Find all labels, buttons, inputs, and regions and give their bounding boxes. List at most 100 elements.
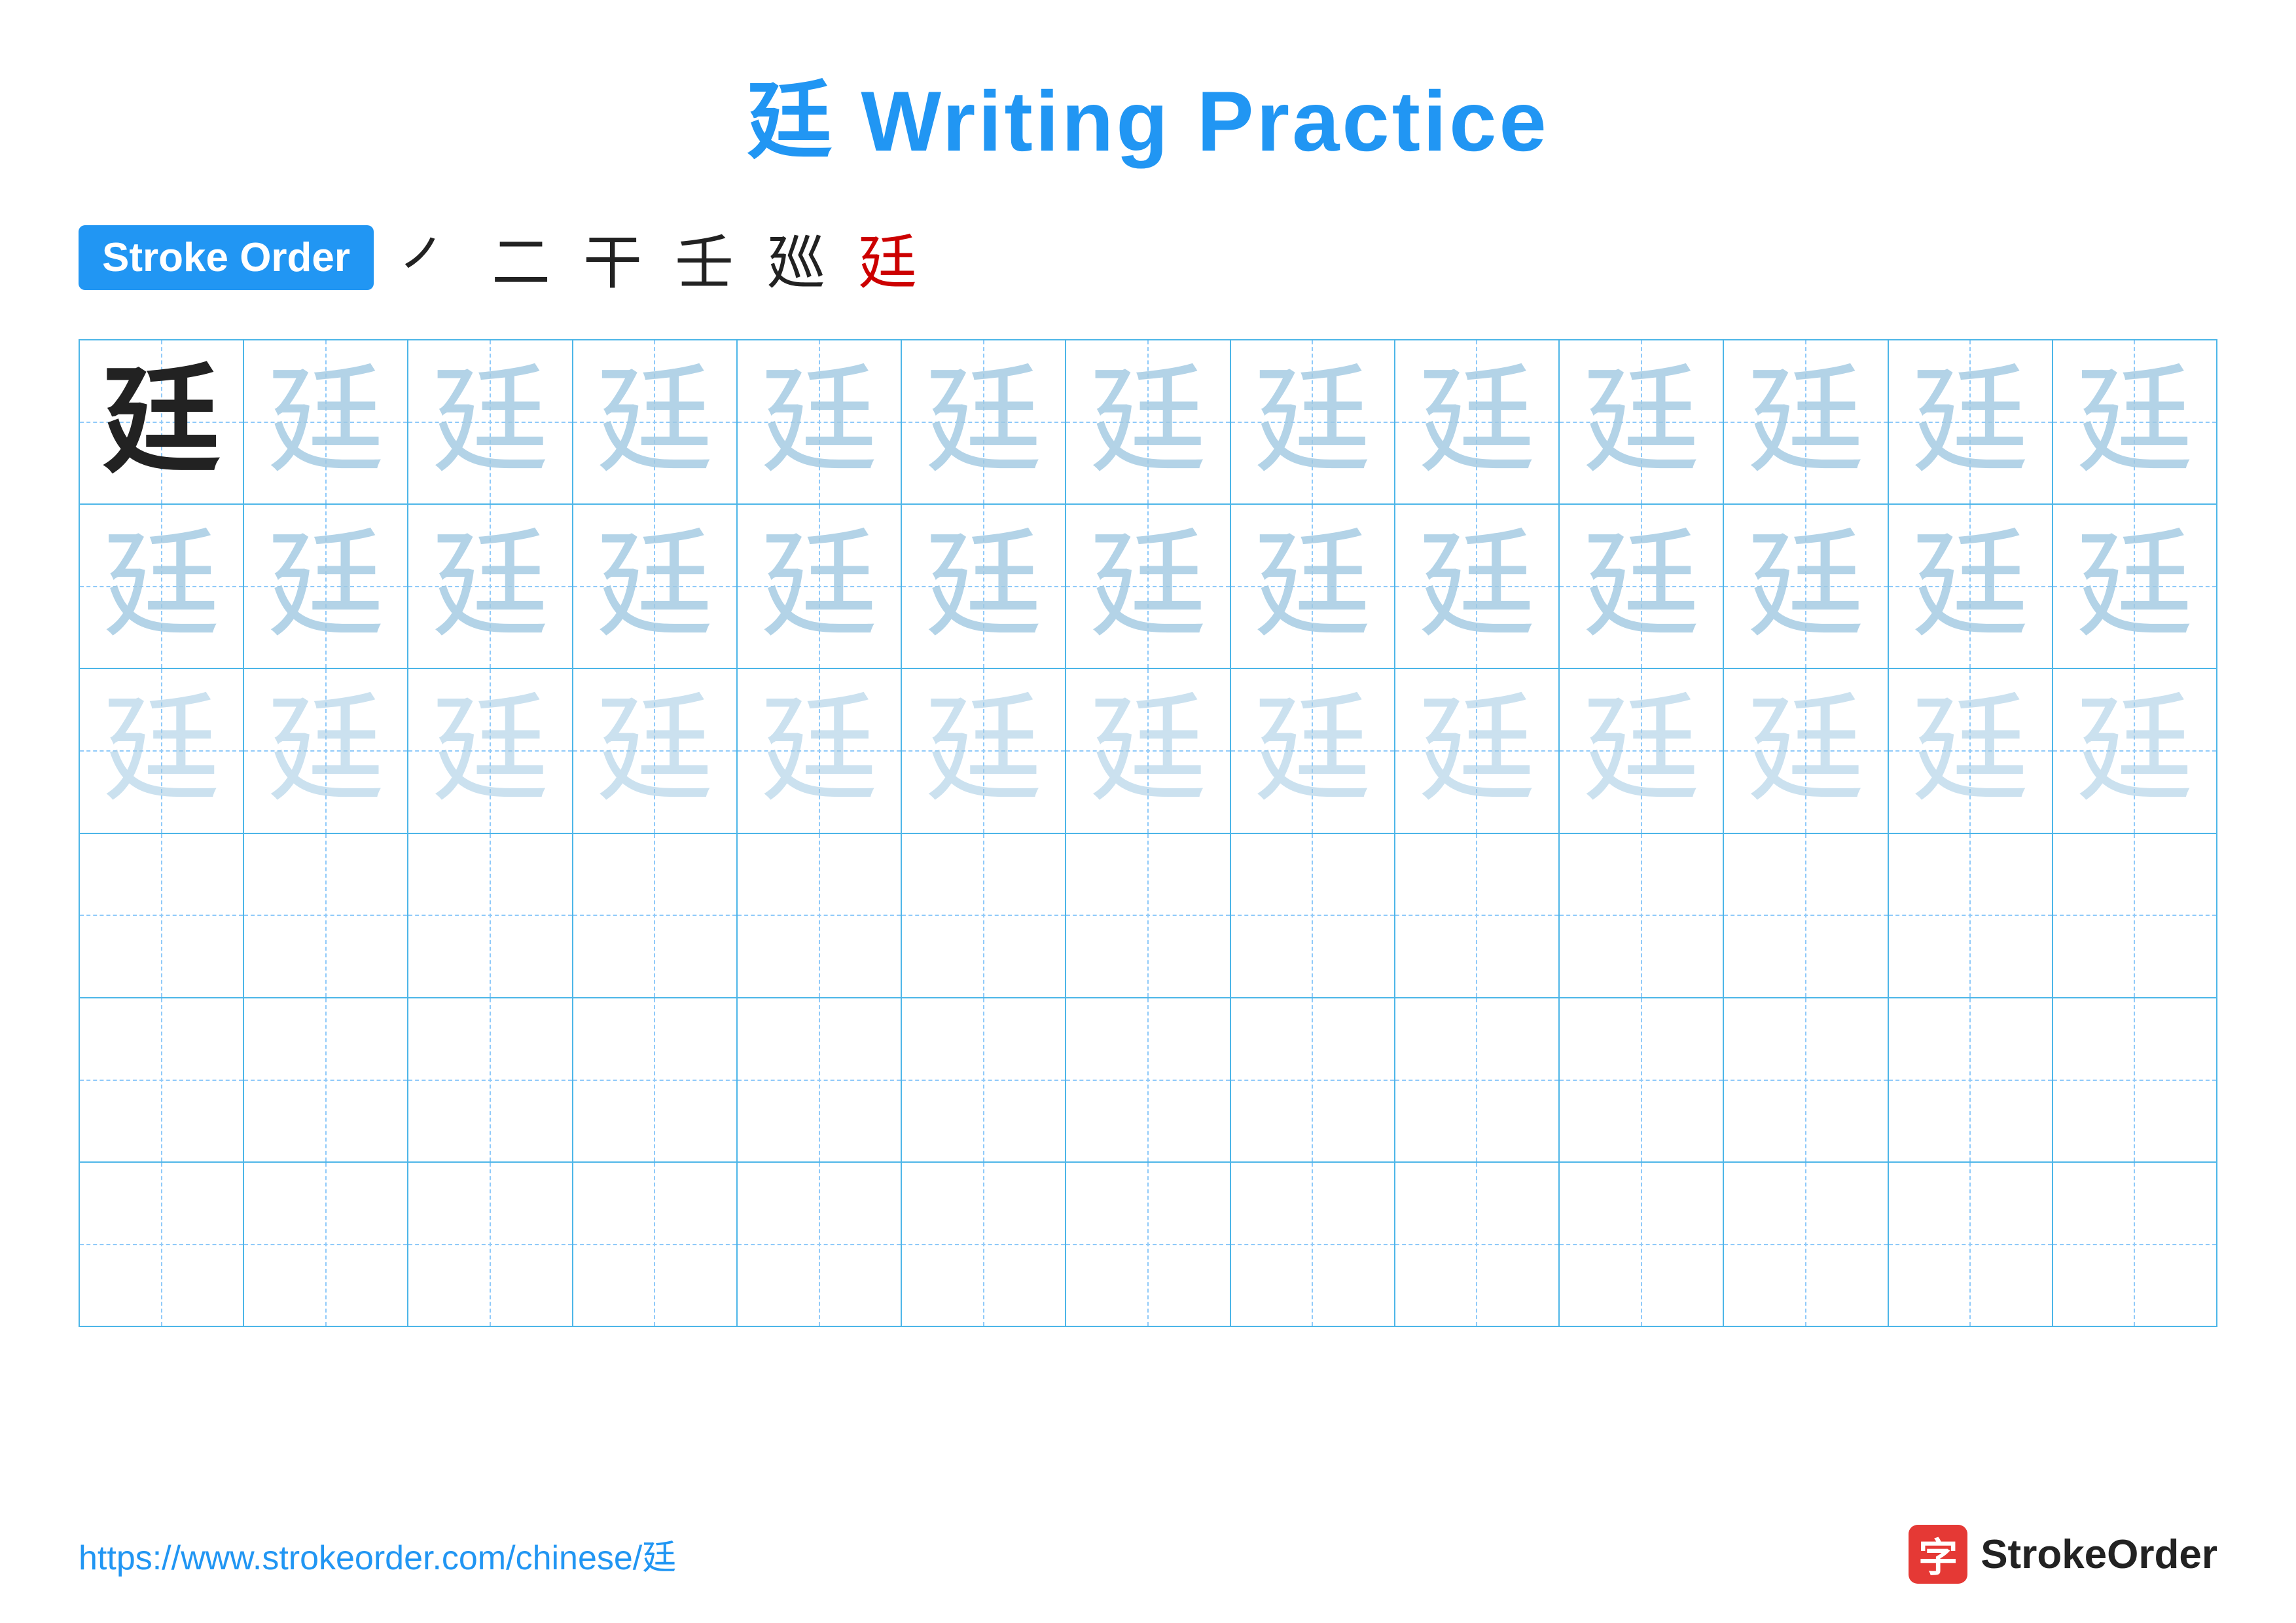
practice-char: 廷 bbox=[103, 692, 221, 810]
grid-cell[interactable]: 廷 bbox=[80, 505, 244, 668]
grid-cell[interactable] bbox=[1066, 1163, 1230, 1326]
grid-cell[interactable] bbox=[573, 998, 738, 1161]
stroke-step-6: 廷 bbox=[858, 215, 917, 300]
grid-cell[interactable]: 廷 bbox=[244, 669, 408, 832]
grid-cell[interactable]: 廷 bbox=[902, 340, 1066, 503]
grid-cell[interactable] bbox=[80, 1163, 244, 1326]
grid-cell[interactable]: 廷 bbox=[1395, 505, 1560, 668]
grid-cell[interactable] bbox=[408, 998, 573, 1161]
grid-cell[interactable]: 廷 bbox=[1066, 505, 1230, 668]
grid-cell[interactable] bbox=[80, 998, 244, 1161]
grid-cell[interactable] bbox=[573, 834, 738, 997]
grid-cell[interactable]: 廷 bbox=[1231, 505, 1395, 668]
grid-cell[interactable] bbox=[1395, 1163, 1560, 1326]
grid-cell[interactable] bbox=[2053, 834, 2216, 997]
grid-cell[interactable]: 廷 bbox=[1724, 505, 1888, 668]
grid-cell[interactable]: 廷 bbox=[573, 505, 738, 668]
grid-cell[interactable] bbox=[408, 834, 573, 997]
grid-cell[interactable]: 廷 bbox=[1560, 669, 1724, 832]
grid-cell[interactable] bbox=[2053, 1163, 2216, 1326]
practice-char: 廷 bbox=[1253, 692, 1371, 810]
practice-char: 廷 bbox=[925, 692, 1043, 810]
practice-char: 廷 bbox=[1089, 363, 1207, 481]
writing-grid[interactable]: 廷廷廷廷廷廷廷廷廷廷廷廷廷廷廷廷廷廷廷廷廷廷廷廷廷廷廷廷廷廷廷廷廷廷廷廷廷廷廷 bbox=[79, 339, 2217, 1327]
grid-cell[interactable]: 廷 bbox=[244, 505, 408, 668]
grid-cell[interactable] bbox=[1231, 998, 1395, 1161]
grid-cell[interactable]: 廷 bbox=[408, 505, 573, 668]
grid-cell[interactable] bbox=[902, 834, 1066, 997]
grid-cell[interactable] bbox=[1560, 998, 1724, 1161]
grid-cell[interactable] bbox=[244, 834, 408, 997]
grid-cell[interactable] bbox=[2053, 998, 2216, 1161]
grid-cell[interactable] bbox=[1889, 1163, 2053, 1326]
grid-cell[interactable] bbox=[408, 1163, 573, 1326]
grid-cell[interactable] bbox=[1889, 998, 2053, 1161]
grid-cell[interactable] bbox=[1395, 834, 1560, 997]
grid-cell[interactable]: 廷 bbox=[1231, 669, 1395, 832]
grid-cell[interactable]: 廷 bbox=[1231, 340, 1395, 503]
practice-char: 廷 bbox=[1747, 692, 1865, 810]
grid-cell[interactable] bbox=[1560, 1163, 1724, 1326]
grid-cell[interactable]: 廷 bbox=[80, 340, 244, 503]
stroke-step-1: ㇒ bbox=[400, 215, 459, 300]
grid-cell[interactable]: 廷 bbox=[573, 340, 738, 503]
grid-cell[interactable] bbox=[902, 1163, 1066, 1326]
practice-char: 廷 bbox=[1583, 363, 1700, 481]
grid-cell[interactable]: 廷 bbox=[2053, 340, 2216, 503]
grid-cell[interactable]: 廷 bbox=[1560, 505, 1724, 668]
grid-cell[interactable]: 廷 bbox=[738, 340, 902, 503]
grid-cell[interactable] bbox=[1724, 1163, 1888, 1326]
grid-cell[interactable]: 廷 bbox=[1889, 669, 2053, 832]
grid-cell[interactable]: 廷 bbox=[1560, 340, 1724, 503]
stroke-order-row: Stroke Order ㇒ 二 干 壬 廵 廷 bbox=[79, 215, 2217, 300]
grid-cell[interactable] bbox=[1724, 834, 1888, 997]
grid-cell[interactable] bbox=[1395, 998, 1560, 1161]
practice-char: 廷 bbox=[1418, 363, 1535, 481]
grid-cell[interactable]: 廷 bbox=[573, 669, 738, 832]
grid-cell[interactable]: 廷 bbox=[1395, 669, 1560, 832]
practice-char: 廷 bbox=[2075, 692, 2193, 810]
grid-cell[interactable]: 廷 bbox=[1724, 340, 1888, 503]
grid-cell[interactable] bbox=[1231, 834, 1395, 997]
grid-cell[interactable] bbox=[244, 998, 408, 1161]
grid-cell[interactable]: 廷 bbox=[1395, 340, 1560, 503]
grid-cell[interactable] bbox=[1066, 834, 1230, 997]
grid-cell[interactable] bbox=[1724, 998, 1888, 1161]
grid-cell[interactable] bbox=[738, 834, 902, 997]
practice-char: 廷 bbox=[925, 363, 1043, 481]
grid-cell[interactable] bbox=[1560, 834, 1724, 997]
stroke-steps: ㇒ 二 干 壬 廵 廷 bbox=[400, 215, 917, 300]
grid-cell[interactable]: 廷 bbox=[244, 340, 408, 503]
grid-cell[interactable]: 廷 bbox=[1066, 340, 1230, 503]
practice-char: 廷 bbox=[1418, 528, 1535, 646]
grid-cell[interactable]: 廷 bbox=[738, 669, 902, 832]
grid-cell[interactable] bbox=[244, 1163, 408, 1326]
grid-cell[interactable] bbox=[1231, 1163, 1395, 1326]
grid-cell[interactable]: 廷 bbox=[738, 505, 902, 668]
brand-name: StrokeOrder bbox=[1981, 1531, 2217, 1578]
grid-cell[interactable]: 廷 bbox=[1066, 669, 1230, 832]
grid-cell[interactable]: 廷 bbox=[902, 505, 1066, 668]
grid-cell[interactable]: 廷 bbox=[80, 669, 244, 832]
grid-cell[interactable]: 廷 bbox=[2053, 669, 2216, 832]
grid-cell[interactable]: 廷 bbox=[2053, 505, 2216, 668]
grid-cell[interactable] bbox=[738, 1163, 902, 1326]
grid-cell[interactable] bbox=[1889, 834, 2053, 997]
grid-cell[interactable] bbox=[1066, 998, 1230, 1161]
grid-cell[interactable] bbox=[573, 1163, 738, 1326]
grid-cell[interactable] bbox=[738, 998, 902, 1161]
grid-cell[interactable]: 廷 bbox=[902, 669, 1066, 832]
grid-cell[interactable] bbox=[80, 834, 244, 997]
practice-char: 廷 bbox=[761, 528, 878, 646]
footer-url[interactable]: https://www.strokeorder.com/chinese/廷 bbox=[79, 1530, 676, 1579]
practice-char: 廷 bbox=[2075, 528, 2193, 646]
grid-cell[interactable]: 廷 bbox=[1889, 505, 2053, 668]
grid-cell[interactable]: 廷 bbox=[1724, 669, 1888, 832]
grid-row bbox=[80, 1163, 2216, 1326]
grid-row bbox=[80, 834, 2216, 998]
grid-cell[interactable]: 廷 bbox=[408, 669, 573, 832]
practice-char: 廷 bbox=[267, 363, 385, 481]
grid-cell[interactable]: 廷 bbox=[408, 340, 573, 503]
grid-cell[interactable] bbox=[902, 998, 1066, 1161]
grid-cell[interactable]: 廷 bbox=[1889, 340, 2053, 503]
